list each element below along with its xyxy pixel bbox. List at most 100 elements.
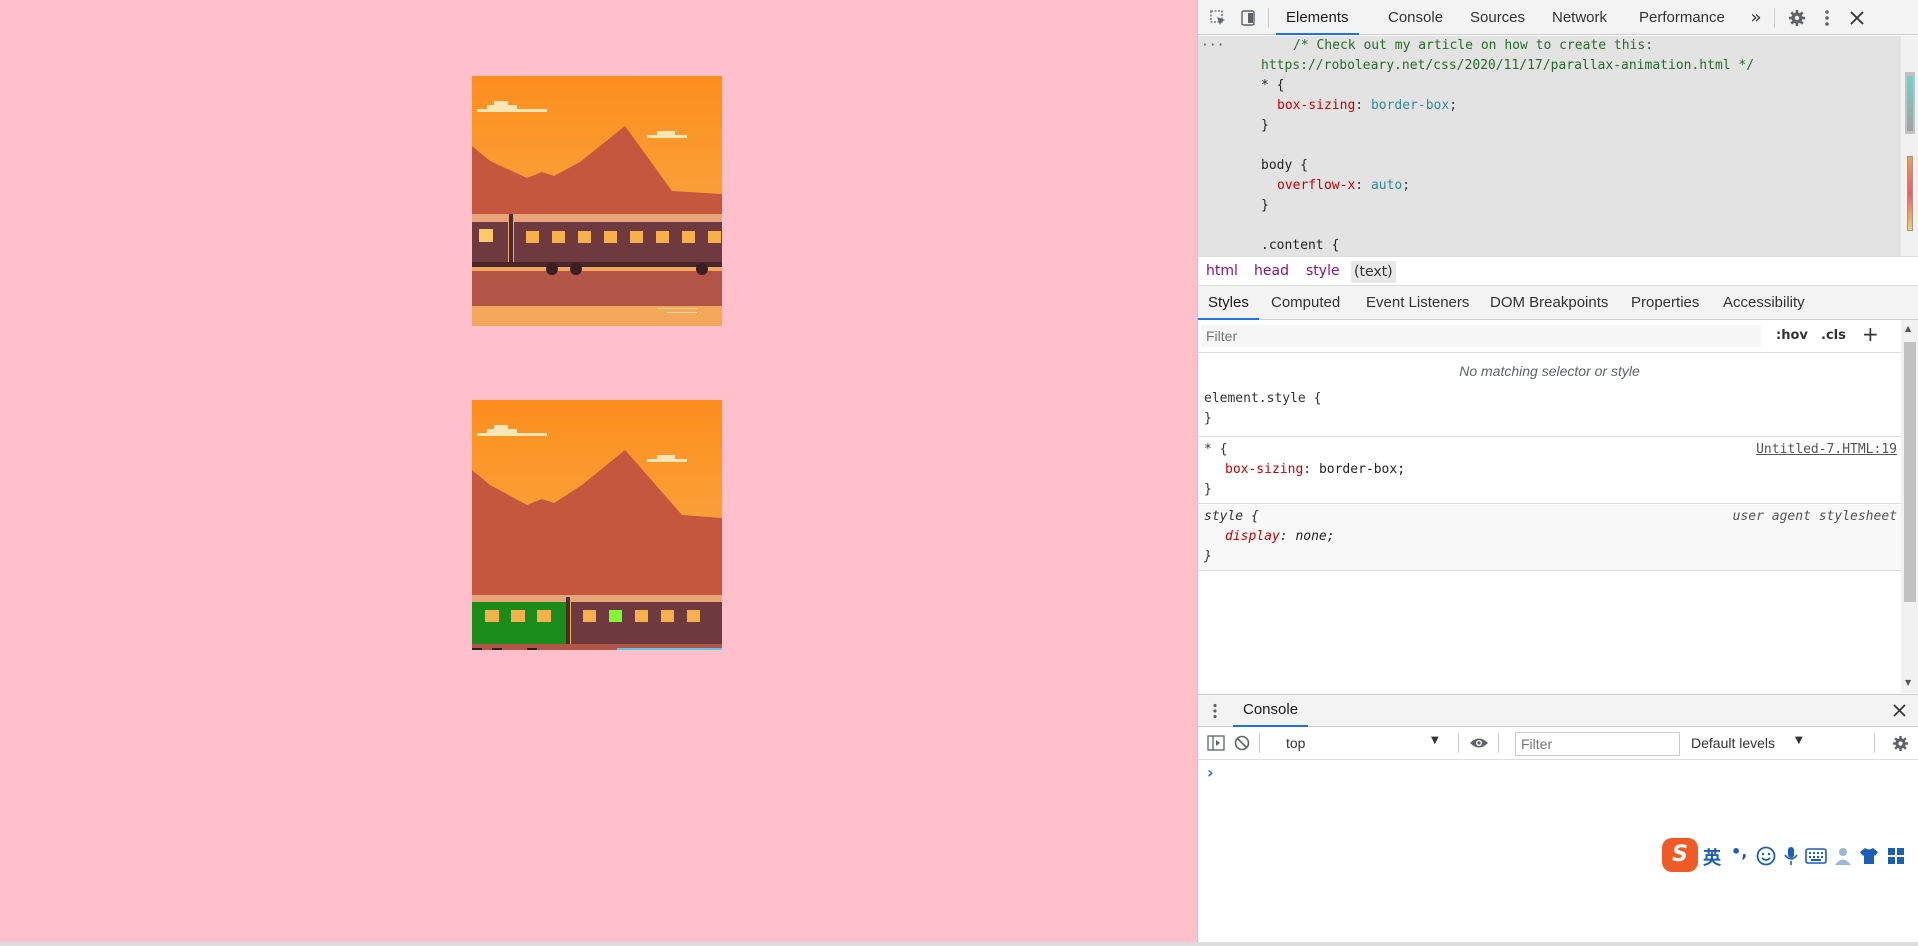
log-levels-label: Default levels — [1691, 735, 1776, 751]
tab-elements[interactable]: Elements — [1276, 0, 1359, 35]
element-style-selector: element.style { — [1204, 391, 1322, 406]
tab-styles[interactable]: Styles — [1198, 286, 1259, 320]
element-style-rule[interactable]: element.style { } — [1198, 387, 1901, 437]
tab-dom-breakpoints[interactable]: DOM Breakpoints — [1490, 286, 1608, 320]
emoji-icon[interactable] — [1756, 846, 1776, 870]
console-drawer: Console top ▼ Default lev — [1198, 694, 1918, 942]
window-bottom-border — [0, 942, 1918, 946]
tab-sources[interactable]: Sources — [1470, 0, 1525, 35]
show-sidebar-icon[interactable] — [1207, 735, 1225, 755]
universal-rule[interactable]: * { Untitled-7.HTML:19 box-sizing: borde… — [1198, 438, 1901, 504]
rule-declaration: display: none; — [1225, 529, 1335, 544]
ime-punctuation-toggle[interactable]: •, — [1731, 842, 1747, 861]
source-comment-line: /* Check out my article on how to create… — [1293, 38, 1654, 53]
parallax-scene-1 — [472, 76, 722, 326]
more-tabs-icon[interactable]: » — [1746, 0, 1766, 35]
new-rule-plus-icon[interactable]: + — [1862, 322, 1879, 346]
hov-toggle[interactable]: :hov — [1776, 328, 1808, 343]
chevron-down-icon: ▼ — [1795, 735, 1803, 746]
rule-close-brace: } — [1204, 411, 1212, 426]
close-drawer-icon[interactable] — [1893, 704, 1906, 721]
source-selector: * { — [1261, 78, 1285, 93]
styles-scrollbar[interactable]: ▲ ▼ — [1901, 320, 1918, 693]
rule-selector: * { — [1204, 442, 1228, 457]
tab-network[interactable]: Network — [1552, 0, 1607, 35]
console-input[interactable] — [1228, 763, 1908, 783]
no-match-message: No matching selector or style — [1459, 363, 1640, 379]
toolbar-separator — [1498, 733, 1499, 753]
page-viewport — [0, 0, 1197, 942]
clear-console-icon[interactable] — [1234, 735, 1250, 755]
sidebar-tabs: Styles Computed Event Listeners DOM Brea… — [1198, 286, 1918, 320]
tab-performance[interactable]: Performance — [1639, 0, 1725, 35]
toolbox-grid-icon[interactable] — [1887, 847, 1905, 869]
context-selector[interactable]: top ▼ — [1268, 727, 1448, 760]
tab-console[interactable]: Console — [1388, 0, 1443, 35]
train — [472, 214, 722, 275]
styles-filter-bar: :hov .cls + — [1198, 320, 1918, 353]
user-agent-stylesheet-label: user agent stylesheet — [1732, 509, 1897, 524]
kebab-menu-icon[interactable] — [1815, 0, 1839, 35]
settings-gear-icon[interactable] — [1783, 0, 1811, 35]
ime-language-toggle[interactable]: 英 — [1703, 844, 1721, 870]
toolbar-separator — [1458, 733, 1459, 753]
scrollbar-thumb[interactable] — [1904, 342, 1916, 602]
source-scrollbar[interactable] — [1901, 36, 1918, 256]
tab-accessibility[interactable]: Accessibility — [1723, 286, 1805, 320]
chevron-down-icon: ▼ — [1431, 735, 1439, 746]
styles-pane: No matching selector or style element.st… — [1198, 353, 1901, 693]
breadcrumb: html head style (text) — [1198, 256, 1918, 286]
inspect-element-icon[interactable] — [1204, 0, 1232, 35]
tab-properties[interactable]: Properties — [1631, 286, 1699, 320]
scroll-up-icon[interactable]: ▲ — [1905, 324, 1911, 333]
source-brace: } — [1261, 118, 1269, 133]
user-account-icon[interactable] — [1834, 846, 1854, 870]
source-comment-line: https://roboleary.net/css/2020/11/17/par… — [1261, 58, 1755, 73]
console-prompt-icon: › — [1207, 763, 1214, 782]
breadcrumb-text[interactable]: (text) — [1351, 261, 1396, 283]
breadcrumb-html[interactable]: html — [1206, 263, 1238, 279]
microphone-icon[interactable] — [1783, 846, 1799, 870]
live-expression-eye-icon[interactable] — [1469, 736, 1489, 754]
toolbar-separator — [1774, 8, 1775, 28]
source-selector: .content { — [1261, 238, 1340, 253]
breadcrumb-style[interactable]: style — [1306, 263, 1340, 279]
rule-declaration: box-sizing: border-box; — [1225, 462, 1406, 477]
breadcrumb-head[interactable]: head — [1254, 263, 1289, 279]
toolbar-separator — [1268, 8, 1269, 28]
tab-event-listeners[interactable]: Event Listeners — [1366, 286, 1469, 320]
source-declaration: overflow-x: auto; — [1277, 178, 1411, 193]
user-agent-rule[interactable]: style { user agent stylesheet display: n… — [1198, 505, 1901, 571]
device-toolbar-icon[interactable] — [1234, 0, 1262, 35]
devtools-toolbar: Elements Console Sources Network Perform… — [1198, 0, 1918, 35]
console-settings-icon[interactable] — [1892, 735, 1909, 756]
rule-source-link[interactable]: Untitled-7.HTML:19 — [1756, 442, 1897, 457]
context-value: top — [1286, 735, 1306, 751]
skin-shirt-icon[interactable] — [1859, 847, 1879, 869]
ellipsis-icon[interactable]: ··· — [1201, 36, 1224, 56]
parallax-scene-2 — [472, 400, 722, 650]
devtools-panel: Elements Console Sources Network Perform… — [1197, 0, 1918, 942]
console-filter-input[interactable] — [1515, 732, 1680, 756]
toolbar-separator — [1874, 733, 1875, 753]
rule-close-brace: } — [1204, 549, 1212, 564]
console-toolbar: top ▼ Default levels ▼ — [1198, 727, 1918, 760]
toolbar-separator — [1259, 733, 1260, 753]
keyboard-icon[interactable] — [1805, 848, 1827, 868]
styles-filter-input[interactable] — [1201, 325, 1761, 347]
sogou-logo-icon[interactable]: S — [1662, 838, 1698, 872]
source-brace: } — [1261, 198, 1269, 213]
drawer-menu-icon[interactable] — [1212, 703, 1218, 723]
ime-toolbar: S 英 •, — [1662, 836, 1918, 876]
close-devtools-icon[interactable] — [1843, 0, 1871, 35]
scroll-down-icon[interactable]: ▼ — [1905, 678, 1911, 687]
source-declaration: box-sizing: border-box; — [1277, 98, 1458, 113]
drawer-header: Console — [1198, 695, 1918, 727]
dom-source-view[interactable]: ··· /* Check out my article on how to cr… — [1198, 36, 1918, 256]
rule-close-brace: } — [1204, 482, 1212, 497]
cls-toggle[interactable]: .cls — [1821, 328, 1846, 343]
drawer-tab-console[interactable]: Console — [1233, 695, 1309, 727]
rule-selector: style { — [1204, 509, 1259, 524]
tab-computed[interactable]: Computed — [1271, 286, 1340, 320]
source-selector: body { — [1261, 158, 1308, 173]
